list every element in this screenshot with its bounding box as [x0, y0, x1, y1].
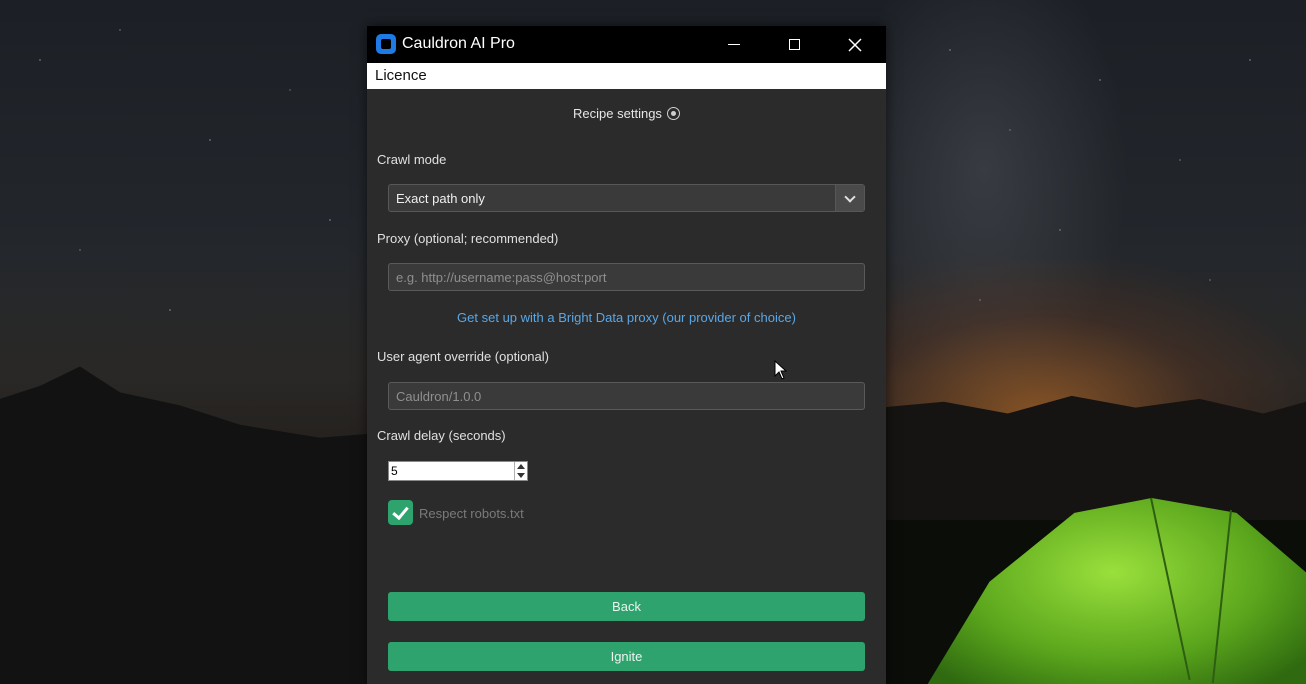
spin-up-icon[interactable]	[517, 464, 525, 469]
spin-down-icon[interactable]	[517, 473, 525, 478]
menu-bar: Licence	[367, 63, 886, 89]
user-agent-input[interactable]	[388, 382, 865, 410]
crawl-mode-select[interactable]: Exact path only	[388, 184, 865, 212]
app-window: Cauldron AI Pro Licence Recipe settings …	[367, 26, 886, 684]
window-title: Cauldron AI Pro	[402, 35, 515, 52]
robots-checkbox[interactable]	[388, 500, 413, 525]
app-logo-icon	[376, 34, 396, 54]
title-bar[interactable]: Cauldron AI Pro	[367, 26, 886, 63]
spin-arrows[interactable]	[514, 462, 527, 480]
robots-checkbox-label[interactable]: Respect robots.txt	[419, 506, 524, 521]
close-button[interactable]	[825, 26, 885, 63]
info-icon[interactable]	[666, 107, 680, 120]
checkmark-icon	[392, 502, 409, 520]
bright-data-link[interactable]: Get set up with a Bright Data proxy (our…	[367, 310, 886, 325]
ignite-button[interactable]: Ignite	[388, 642, 865, 671]
minimize-button[interactable]	[704, 26, 764, 63]
user-agent-label: User agent override (optional)	[377, 349, 549, 364]
proxy-label: Proxy (optional; recommended)	[377, 231, 559, 246]
menu-item-licence[interactable]: Licence	[375, 67, 427, 84]
crawl-delay-spinbox[interactable]: 5	[388, 461, 528, 481]
section-title: Recipe settings	[367, 106, 886, 121]
close-icon	[848, 37, 862, 52]
maximize-icon	[788, 39, 800, 50]
crawl-mode-value: Exact path only	[396, 191, 485, 206]
maximize-button[interactable]	[764, 26, 824, 63]
crawl-delay-label: Crawl delay (seconds)	[377, 428, 506, 443]
crawl-delay-value: 5	[391, 464, 398, 478]
chevron-down-icon	[844, 190, 856, 203]
section-title-text: Recipe settings	[573, 106, 662, 121]
crawl-mode-label: Crawl mode	[377, 152, 447, 167]
proxy-input[interactable]	[388, 263, 865, 291]
back-button[interactable]: Back	[388, 592, 865, 621]
minimize-icon	[728, 44, 740, 45]
dropdown-button[interactable]	[835, 185, 864, 211]
